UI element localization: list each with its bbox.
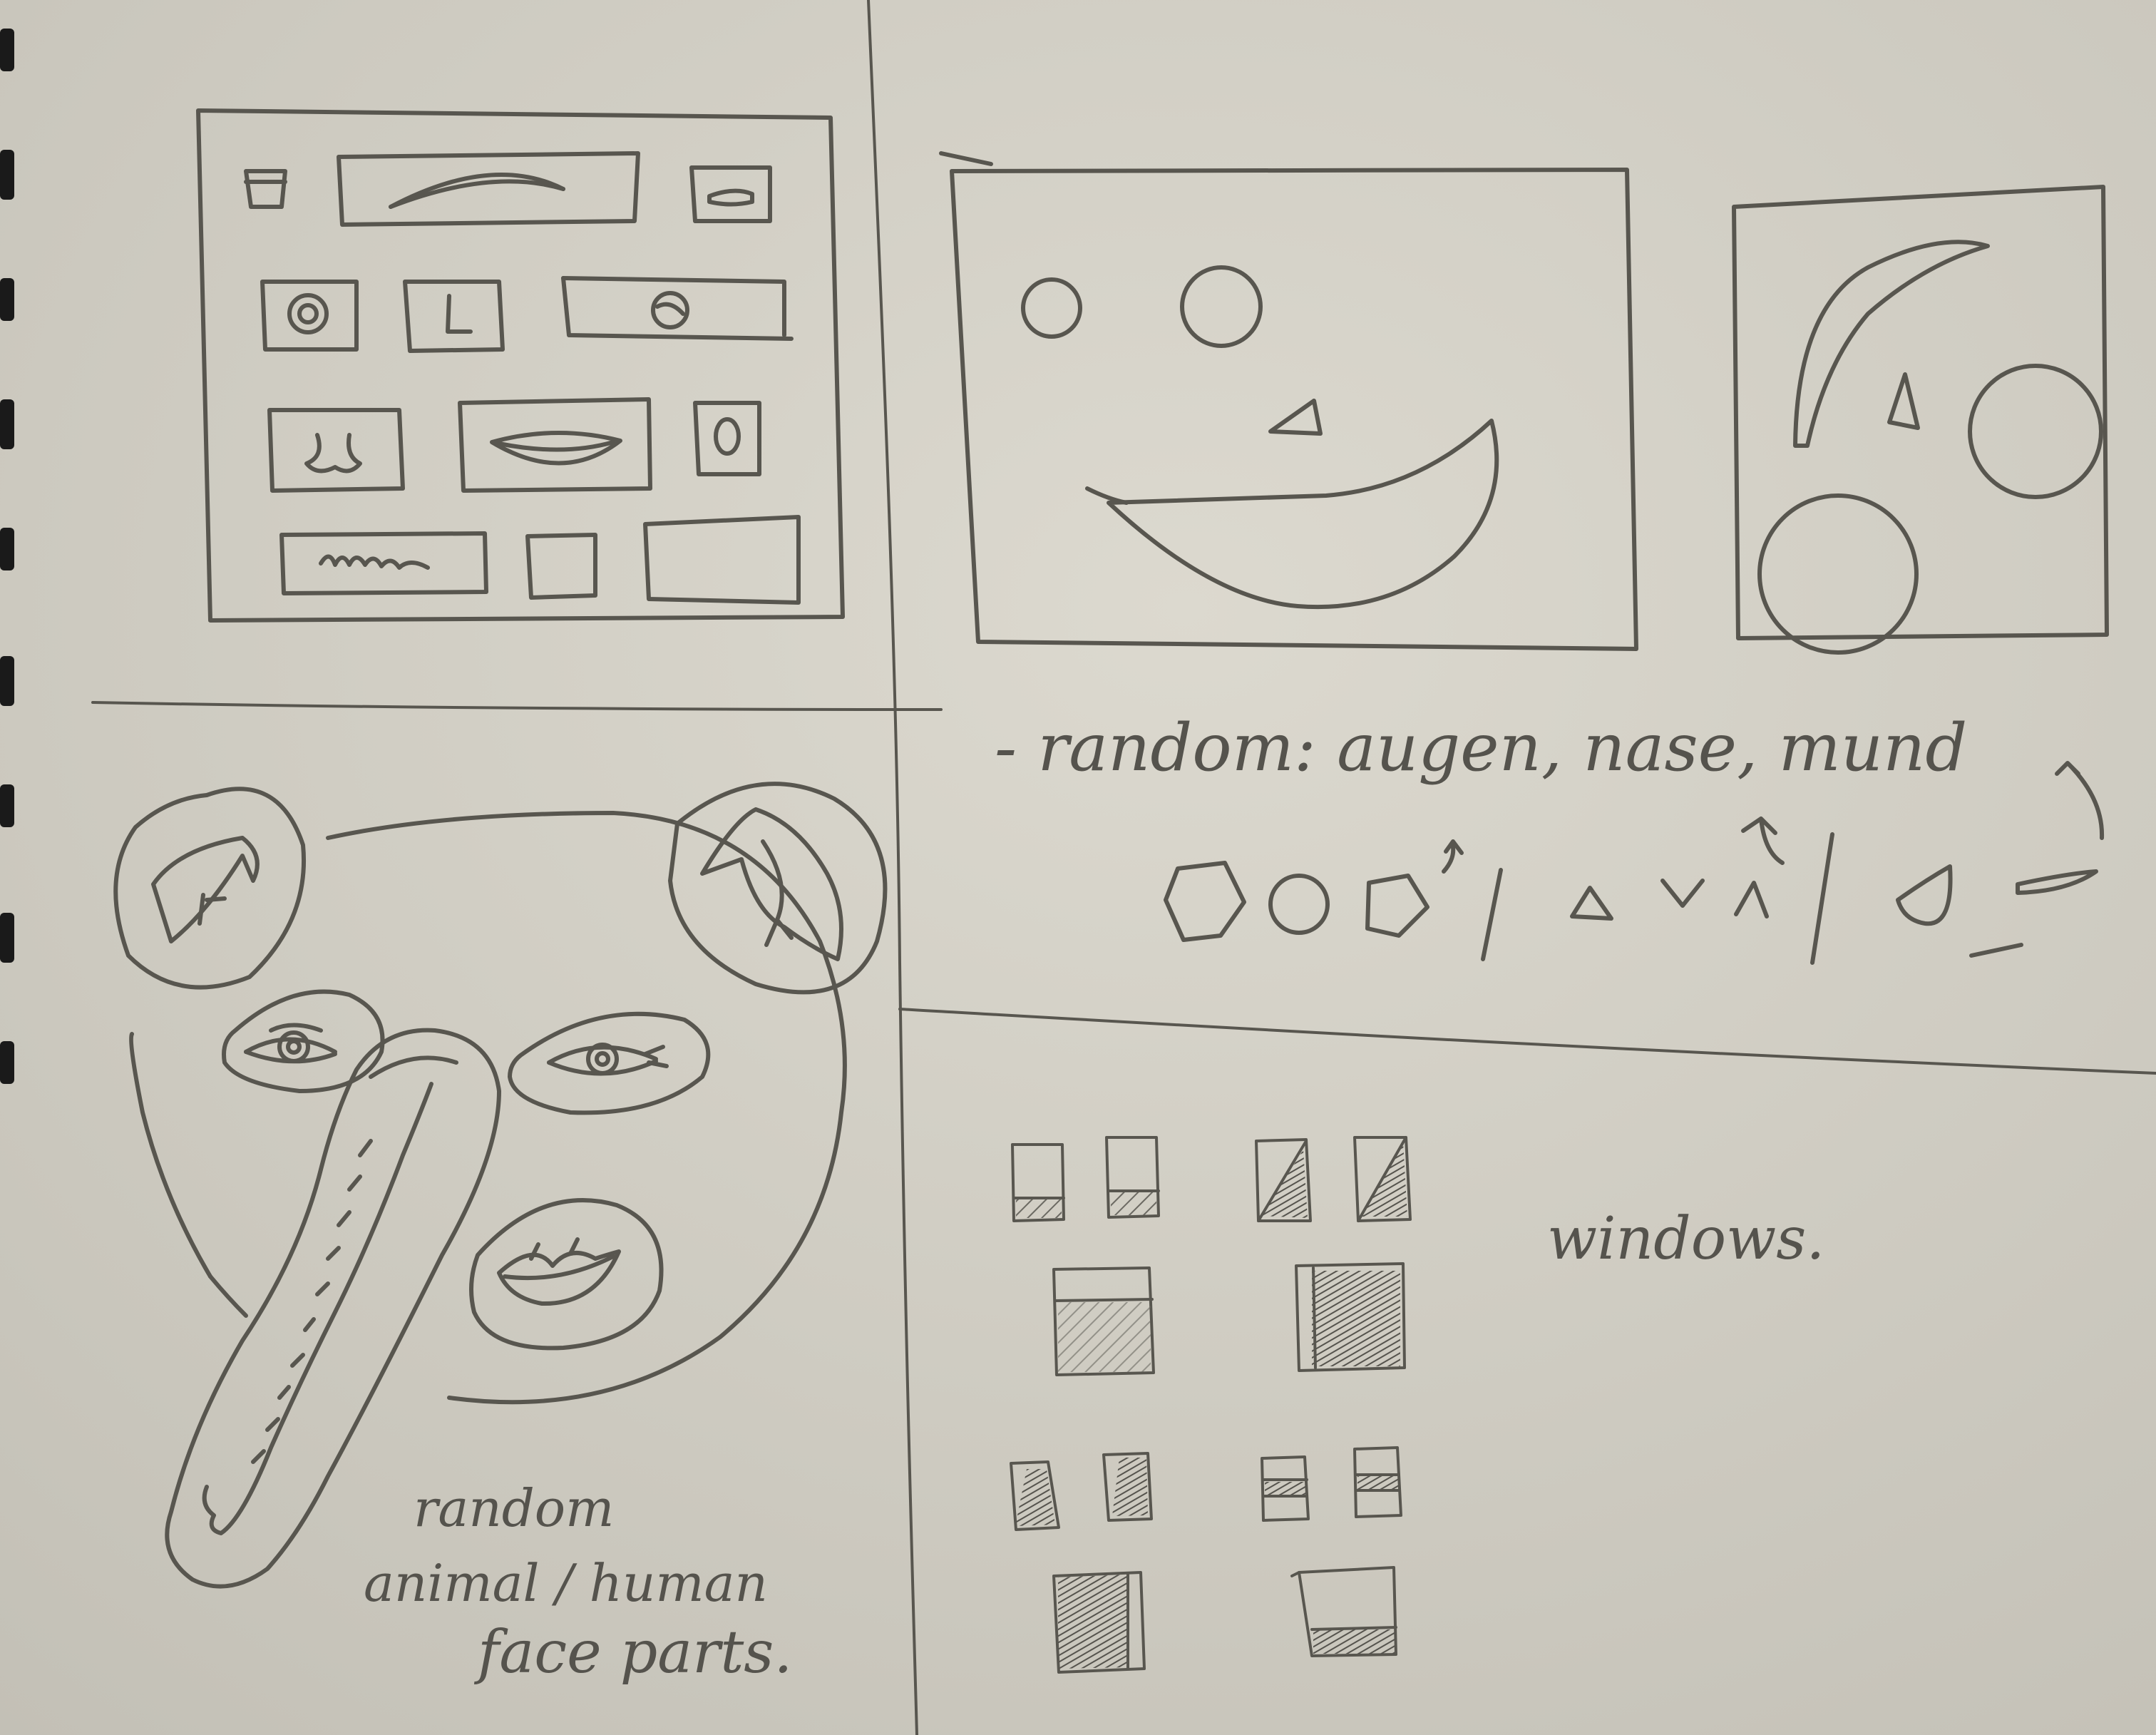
windows-label: windows. <box>1547 1205 1824 1273</box>
face-parts-line-1: random <box>414 1478 614 1538</box>
spiral-binding <box>0 29 14 1084</box>
face-parts-line-3: face parts. <box>473 1619 792 1687</box>
random-features-note: - random: augen, nase, mund <box>995 710 1967 786</box>
sketchbook-page: - random: augen, nase, mund random anima… <box>0 0 2156 1735</box>
face-parts-line-2: animal / human <box>364 1553 768 1613</box>
paper-background <box>0 0 2156 1735</box>
pencil-sketch: - random: augen, nase, mund random anima… <box>0 0 2156 1735</box>
